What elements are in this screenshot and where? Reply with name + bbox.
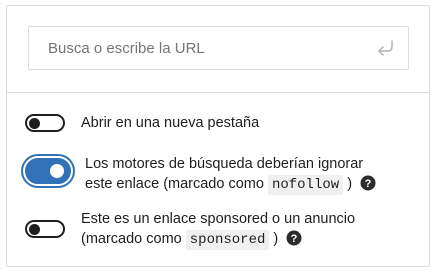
sponsored-label-line1: Este es un enlace sponsored o un anuncio bbox=[81, 211, 356, 227]
nofollow-label-before: este enlace (marcado como bbox=[85, 176, 264, 192]
svg-text:?: ? bbox=[291, 233, 298, 245]
sponsored-label: Este es un enlace sponsored o un anuncio… bbox=[81, 209, 355, 250]
sponsored-setting: Este es un enlace sponsored o un anuncio… bbox=[25, 209, 355, 250]
nofollow-label: Los motores de búsqueda deberían ignorar… bbox=[85, 154, 376, 195]
divider bbox=[7, 92, 429, 93]
sponsored-label-after: ) bbox=[273, 231, 279, 247]
enter-arrow-icon[interactable] bbox=[374, 36, 398, 60]
svg-text:?: ? bbox=[365, 178, 372, 190]
help-question-icon[interactable]: ? bbox=[360, 175, 376, 191]
new-tab-label: Abrir en una nueva pestaña bbox=[81, 115, 260, 131]
sponsored-toggle[interactable] bbox=[25, 220, 65, 238]
help-question-icon[interactable]: ? bbox=[286, 230, 302, 246]
toggle-knob bbox=[50, 164, 64, 178]
sponsored-label-before: (marcado como bbox=[81, 231, 182, 247]
sponsored-code: sponsored bbox=[185, 230, 270, 250]
link-settings-panel: Busca o escribe la URL Abrir en una nuev… bbox=[6, 5, 430, 267]
toggle-knob bbox=[29, 224, 40, 235]
nofollow-setting: Los motores de búsqueda deberían ignorar… bbox=[25, 154, 376, 195]
nofollow-code: nofollow bbox=[267, 175, 344, 195]
toggle-knob bbox=[29, 118, 40, 129]
new-tab-setting: Abrir en una nueva pestaña bbox=[25, 113, 259, 133]
nofollow-label-after: ) bbox=[347, 176, 353, 192]
nofollow-toggle[interactable] bbox=[25, 158, 71, 184]
new-tab-toggle[interactable] bbox=[25, 114, 65, 132]
url-placeholder: Busca o escribe la URL bbox=[48, 39, 205, 57]
url-search-input[interactable]: Busca o escribe la URL bbox=[28, 26, 409, 70]
nofollow-label-line1: Los motores de búsqueda deberían ignorar bbox=[85, 156, 364, 172]
